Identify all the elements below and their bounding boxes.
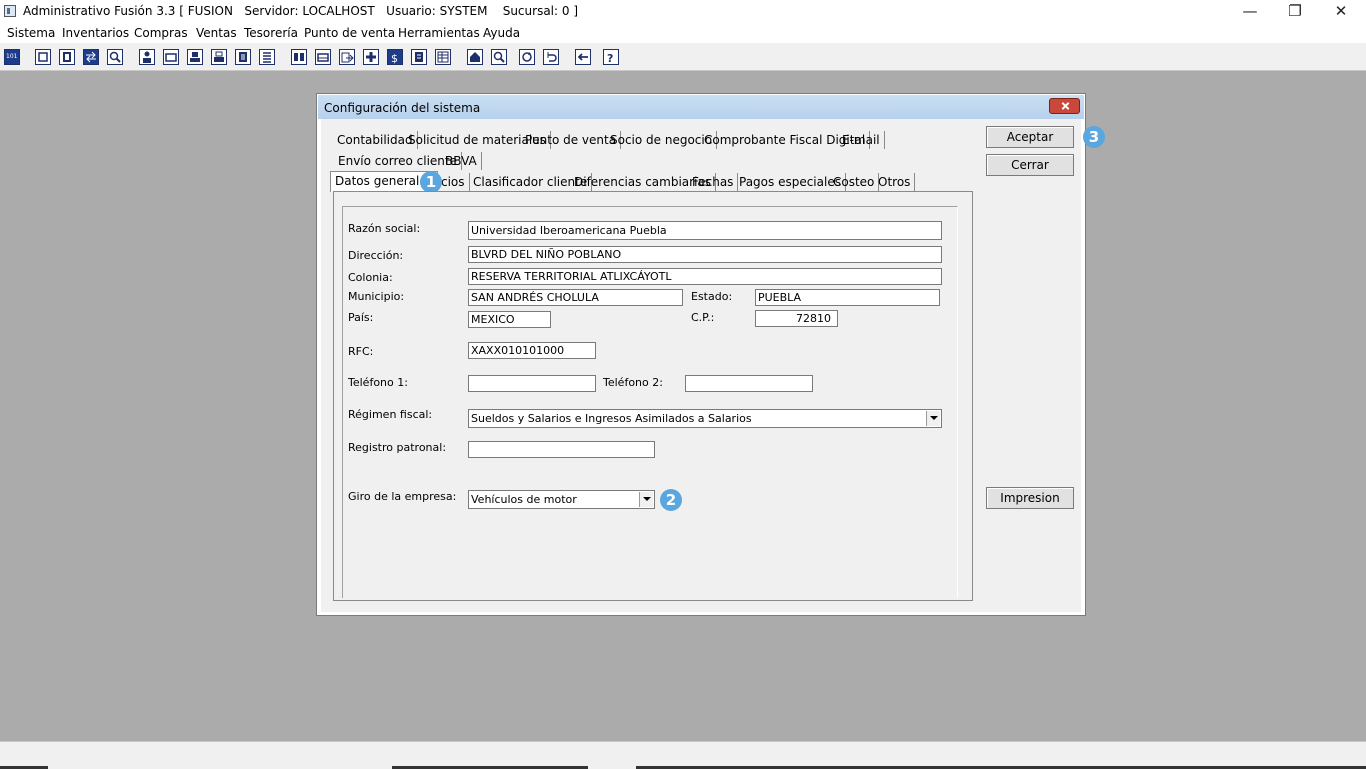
menu-compras[interactable]: Compras xyxy=(134,26,188,40)
telefono1-field[interactable] xyxy=(468,375,596,392)
regimen-fiscal-value: Sueldos y Salarios e Ingresos Asimilados… xyxy=(471,412,752,425)
window-title: Administrativo Fusión 3.3 [ FUSION Servi… xyxy=(23,4,578,18)
menu-herramientas[interactable]: Herramientas xyxy=(398,26,480,40)
telefono1-label: Teléfono 1: xyxy=(348,376,408,389)
telefono2-field[interactable] xyxy=(685,375,813,392)
pais-field[interactable]: MEXICO xyxy=(468,311,551,328)
maximize-icon[interactable]: ❐ xyxy=(1272,0,1318,24)
chevron-down-icon[interactable] xyxy=(639,492,653,507)
regimen-fiscal-label: Régimen fiscal: xyxy=(348,408,433,421)
svg-text:$: $ xyxy=(391,52,398,64)
close-icon[interactable]: ✕ xyxy=(1318,0,1364,24)
report-101-label: 101 xyxy=(6,53,18,60)
estado-label: Estado: xyxy=(691,290,733,303)
tab-email[interactable]: E-mail xyxy=(838,131,885,149)
dialog-body: Contabilidad Solicitud de materiales Pun… xyxy=(321,119,1105,612)
svg-text:?: ? xyxy=(607,52,613,64)
direccion-label: Dirección: xyxy=(348,249,404,262)
menu-inventarios[interactable]: Inventarios xyxy=(62,26,129,40)
help-icon[interactable]: ? xyxy=(603,49,619,65)
toolbar: 101 $ ? xyxy=(0,43,1366,71)
tab-costeo[interactable]: Costeo xyxy=(829,173,880,191)
inbox-icon[interactable] xyxy=(315,49,331,65)
impresion-button[interactable]: Impresion xyxy=(986,487,1074,509)
giro-empresa-label: Giro de la empresa: xyxy=(348,490,457,503)
registro-patronal-field[interactable] xyxy=(468,441,655,458)
dialog-title-bar: Configuración del sistema xyxy=(318,95,1084,119)
exchange-icon[interactable] xyxy=(83,49,99,65)
dollar-icon[interactable]: $ xyxy=(387,49,403,65)
search-doc-icon[interactable] xyxy=(107,49,123,65)
tab-otros[interactable]: Otros xyxy=(874,173,916,191)
note-icon[interactable] xyxy=(411,49,427,65)
report-101-button[interactable]: 101 xyxy=(4,49,20,65)
window-title-bar: Administrativo Fusión 3.3 [ FUSION Servi… xyxy=(0,0,1366,24)
window-icon[interactable] xyxy=(35,49,51,65)
giro-empresa-value: Vehículos de motor xyxy=(471,493,577,506)
home-icon[interactable] xyxy=(467,49,483,65)
clipboard-icon[interactable] xyxy=(59,49,75,65)
cp-field[interactable]: 72810 xyxy=(755,310,838,327)
callout-badge-1: 1 xyxy=(420,171,442,193)
giro-empresa-select[interactable]: Vehículos de motor xyxy=(468,490,655,509)
dialog-title: Configuración del sistema xyxy=(324,101,481,115)
pais-label: País: xyxy=(348,311,374,324)
add-icon[interactable] xyxy=(363,49,379,65)
export-icon[interactable] xyxy=(339,49,355,65)
folder-icon[interactable] xyxy=(163,49,179,65)
refresh-icon[interactable] xyxy=(519,49,535,65)
document-icon[interactable] xyxy=(235,49,251,65)
direccion-field[interactable]: BLVRD DEL NIÑO POBLANO xyxy=(468,246,942,263)
regimen-fiscal-select[interactable]: Sueldos y Salarios e Ingresos Asimilados… xyxy=(468,409,942,428)
aceptar-button[interactable]: Aceptar xyxy=(986,126,1074,148)
undo-icon[interactable] xyxy=(543,49,559,65)
menu-sistema[interactable]: Sistema xyxy=(7,26,55,40)
rfc-field[interactable]: XAXX010101000 xyxy=(468,342,596,359)
colonia-field[interactable]: RESERVA TERRITORIAL ATLIXCÁYOTL xyxy=(468,268,942,285)
printer-icon[interactable] xyxy=(211,49,227,65)
cp-label: C.P.: xyxy=(691,311,715,324)
razon-social-label: Razón social: xyxy=(348,222,421,235)
app-icon xyxy=(4,5,16,17)
razon-social-field[interactable]: Universidad Iberoamericana Puebla xyxy=(468,221,942,240)
callout-badge-2: 2 xyxy=(660,489,682,511)
rfc-label: RFC: xyxy=(348,345,374,358)
municipio-field[interactable]: SAN ANDRÉS CHOLULA xyxy=(468,289,683,306)
callout-badge-3: 3 xyxy=(1083,126,1105,148)
datos-generales-panel: Razón social: Universidad Iberoamericana… xyxy=(333,191,973,601)
binoculars-icon[interactable] xyxy=(291,49,307,65)
cerrar-button[interactable]: Cerrar xyxy=(986,154,1074,176)
config-dialog: Configuración del sistema Contabilidad S… xyxy=(316,93,1105,616)
colonia-label: Colonia: xyxy=(348,271,393,284)
tab-bbva[interactable]: BBVA xyxy=(441,152,482,170)
municipio-label: Municipio: xyxy=(348,290,405,303)
menu-punto-de-venta[interactable]: Punto de venta xyxy=(304,26,395,40)
dialog-close-icon[interactable] xyxy=(1049,98,1080,114)
chevron-down-icon[interactable] xyxy=(926,411,940,426)
registro-patronal-label: Registro patronal: xyxy=(348,441,447,454)
panel-inset xyxy=(342,206,958,598)
table-icon[interactable] xyxy=(435,49,451,65)
print-out-icon[interactable] xyxy=(187,49,203,65)
user-icon[interactable] xyxy=(139,49,155,65)
zoom-icon[interactable] xyxy=(491,49,507,65)
menu-ayuda[interactable]: Ayuda xyxy=(483,26,520,40)
minimize-icon[interactable]: — xyxy=(1227,0,1273,24)
telefono2-label: Teléfono 2: xyxy=(603,376,663,389)
estado-field[interactable]: PUEBLA xyxy=(755,289,940,306)
status-bar xyxy=(0,741,1366,769)
menu-ventas[interactable]: Ventas xyxy=(196,26,237,40)
menu-tesoreria[interactable]: Tesorería xyxy=(244,26,298,40)
back-arrow-icon[interactable] xyxy=(575,49,591,65)
menu-bar: Sistema Inventarios Compras Ventas Tesor… xyxy=(0,24,1366,43)
tab-fechas[interactable]: Fechas xyxy=(688,173,739,191)
list-icon[interactable] xyxy=(259,49,275,65)
